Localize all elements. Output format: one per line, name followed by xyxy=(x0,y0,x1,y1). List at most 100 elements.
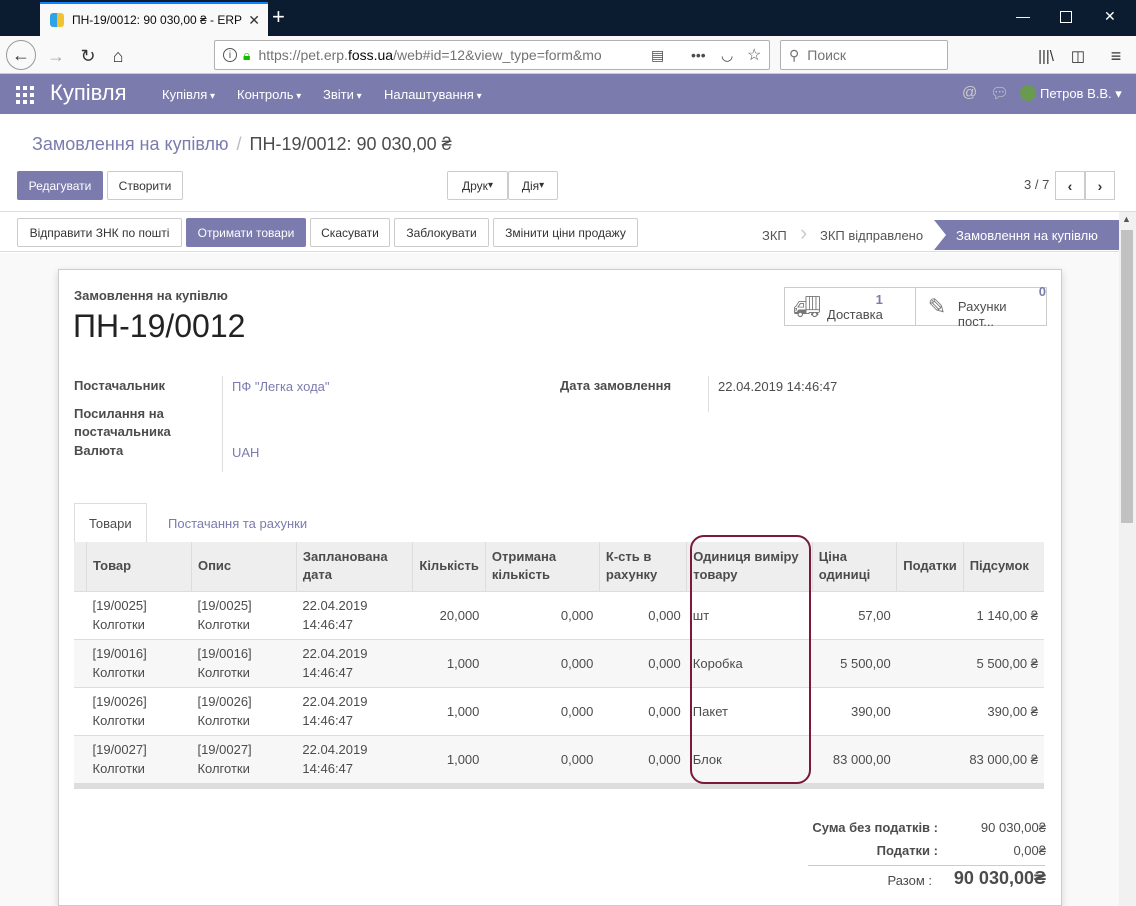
col-product[interactable]: Товар xyxy=(86,542,192,591)
cell-subtotal: 5 500,00 ₴ xyxy=(963,638,1044,687)
library-icon[interactable]: |||\ xyxy=(1032,42,1060,70)
row-handle xyxy=(74,734,87,783)
apps-grid-icon[interactable] xyxy=(16,86,34,104)
order-name: ПН-19/0012 xyxy=(73,308,246,344)
vendor-value[interactable]: ПФ "Легка хода" xyxy=(232,379,330,394)
cell-description: [19/0025] Колготки xyxy=(191,590,297,639)
plus-icon[interactable]: + xyxy=(272,6,285,28)
order-date-label: Дата замовлення xyxy=(560,378,672,393)
minimize-icon[interactable]: — xyxy=(1016,8,1030,24)
col-quantity[interactable]: Кількість xyxy=(412,542,486,591)
tab-title: ПН-19/0012: 90 030,00 ₴ - ERP xyxy=(72,13,243,27)
chevron-left-icon[interactable]: ‹ xyxy=(1055,171,1085,200)
action-dropdown[interactable]: Дія xyxy=(508,171,558,200)
stage-purchase-order[interactable]: Замовлення на купівлю xyxy=(934,220,1119,250)
pager-value: 3 / 7 xyxy=(1024,177,1050,192)
print-dropdown[interactable]: Друк xyxy=(447,171,508,200)
at-icon[interactable]: @ xyxy=(962,84,977,101)
cell-price: 83 000,00 xyxy=(812,734,897,783)
cell-quantity: 20,000 xyxy=(412,590,486,639)
url-text: https://pet.erp.foss.ua/web#id=12&view_t… xyxy=(258,47,602,63)
chat-icon[interactable]: 💬︎ xyxy=(990,84,1009,102)
close-window-icon[interactable]: ✕ xyxy=(1104,8,1116,25)
lock-button[interactable]: Заблокувати xyxy=(394,218,489,247)
cell-subtotal: 83 000,00 ₴ xyxy=(963,734,1044,783)
table-row[interactable]: [19/0025] Колготки [19/0025] Колготки 22.0… xyxy=(74,590,1044,639)
cell-taxes xyxy=(896,590,964,639)
menu-control[interactable]: Контроль xyxy=(237,87,301,102)
reader-icon[interactable]: ▤ xyxy=(651,47,664,64)
untaxed-label: Сума без податків : xyxy=(812,820,938,835)
browser-tab[interactable]: ПН-19/0012: 90 030,00 ₴ - ERP ✕ xyxy=(40,2,268,36)
vendor-ref-label: Посилання на постачальника xyxy=(74,406,171,439)
home-icon[interactable]: ⌂ xyxy=(104,42,132,70)
breadcrumb: Замовлення на купівлю / ПН-19/0012: 90 030… xyxy=(32,134,452,154)
cell-product: [19/0027] Колготки xyxy=(86,734,192,783)
currency-label: Валюта xyxy=(74,443,124,458)
col-unit-price[interactable]: Ціна одиниці xyxy=(811,542,897,591)
cancel-button[interactable]: Скасувати xyxy=(310,218,390,247)
col-taxes[interactable]: Податки xyxy=(896,542,964,591)
cell-quantity: 1,000 xyxy=(412,686,486,735)
breadcrumb-parent[interactable]: Замовлення на купівлю xyxy=(32,134,229,154)
table-header: Товар Опис Запланована дата Кількість От… xyxy=(74,542,1044,591)
cell-description: [19/0016] Колготки xyxy=(191,638,297,687)
menu-icon[interactable]: ≡ xyxy=(1102,42,1130,70)
more-icon[interactable]: ••• xyxy=(691,47,706,63)
cell-uom: шт xyxy=(686,590,813,639)
menu-settings[interactable]: Налаштування xyxy=(384,87,482,102)
stage-rfq-sent[interactable]: ЗКП відправлено xyxy=(812,220,932,250)
col-scheduled-date[interactable]: Запланована дата xyxy=(295,542,413,591)
bills-smart-button[interactable]: ✎ 0 Рахунки пост... xyxy=(915,284,1047,329)
receive-products-button[interactable]: Отримати товари xyxy=(186,218,306,247)
tab-products[interactable]: Товари xyxy=(74,503,147,543)
breadcrumb-current: ПН-19/0012: 90 030,00 ₴ xyxy=(249,134,452,154)
doc-type-label: Замовлення на купівлю xyxy=(74,288,228,303)
close-icon[interactable]: ✕ xyxy=(248,12,260,29)
star-icon[interactable]: ☆ xyxy=(747,45,761,65)
table-row[interactable]: [19/0026] Колготки [19/0026] Колготки 22.0… xyxy=(74,686,1044,735)
row-handle xyxy=(74,590,87,639)
menu-purchase[interactable]: Купівля xyxy=(162,87,215,102)
stage-rfq[interactable]: ЗКП xyxy=(752,220,798,250)
cell-billed: 0,000 xyxy=(599,734,687,783)
order-date-value: 22.04.2019 14:46:47 xyxy=(718,379,838,394)
scroll-up-icon[interactable]: ▲ xyxy=(1122,214,1131,224)
app-brand: Купівля xyxy=(50,80,127,105)
table-row[interactable]: [19/0027] Колготки [19/0027] Колготки 22.0… xyxy=(74,734,1044,783)
search-input[interactable]: ⚲ Поиск xyxy=(780,40,948,70)
col-received[interactable]: Отримана кількість xyxy=(484,542,600,591)
back-arrow-icon[interactable]: ← xyxy=(6,40,36,70)
taxes-label: Податки : xyxy=(876,843,938,858)
chevron-right-icon[interactable]: › xyxy=(1085,171,1115,200)
table-row[interactable]: [19/0016] Колготки [19/0016] Колготки 22.0… xyxy=(74,638,1044,687)
cell-product: [19/0016] Колготки xyxy=(86,638,192,687)
edit-button[interactable]: Редагувати xyxy=(17,171,103,200)
col-subtotal[interactable]: Підсумок xyxy=(962,542,1044,591)
cell-subtotal: 390,00 ₴ xyxy=(963,686,1044,735)
totals-divider xyxy=(808,865,1045,866)
tab-deliveries-invoices[interactable]: Постачання та рахунки xyxy=(154,503,321,543)
pocket-icon[interactable]: ◡ xyxy=(721,47,733,64)
delivery-smart-button[interactable]: 🚚︎ 1 Доставка xyxy=(784,287,916,326)
sidebar-icon[interactable]: ◫ xyxy=(1064,42,1092,70)
send-rfq-button[interactable]: Відправити ЗНК по пошті xyxy=(17,218,182,247)
cell-date: 22.04.2019 14:46:47 xyxy=(296,590,413,639)
currency-value[interactable]: UAH xyxy=(232,445,259,460)
forward-arrow-icon[interactable]: → xyxy=(42,42,70,70)
change-prices-button[interactable]: Змінити ціни продажу xyxy=(493,218,638,247)
scrollbar-thumb[interactable] xyxy=(1121,230,1133,523)
avatar xyxy=(1020,85,1036,101)
reload-icon[interactable]: ↻ xyxy=(74,42,102,70)
row-handle xyxy=(74,638,87,687)
col-uom[interactable]: Одиниця виміру товару xyxy=(686,542,813,591)
create-button[interactable]: Створити xyxy=(107,171,183,200)
field-divider xyxy=(708,376,709,412)
user-menu[interactable]: Петров В.В. ▾ xyxy=(1020,85,1122,102)
menu-reports[interactable]: Звіти xyxy=(323,87,362,102)
info-icon[interactable]: i xyxy=(223,48,237,62)
url-bar[interactable]: i 🔒︎ https://pet.erp.foss.ua/web#id=12&v… xyxy=(214,40,770,70)
col-description[interactable]: Опис xyxy=(190,542,297,591)
col-billed[interactable]: К-сть в рахунку xyxy=(598,542,687,591)
maximize-icon[interactable] xyxy=(1060,11,1072,23)
